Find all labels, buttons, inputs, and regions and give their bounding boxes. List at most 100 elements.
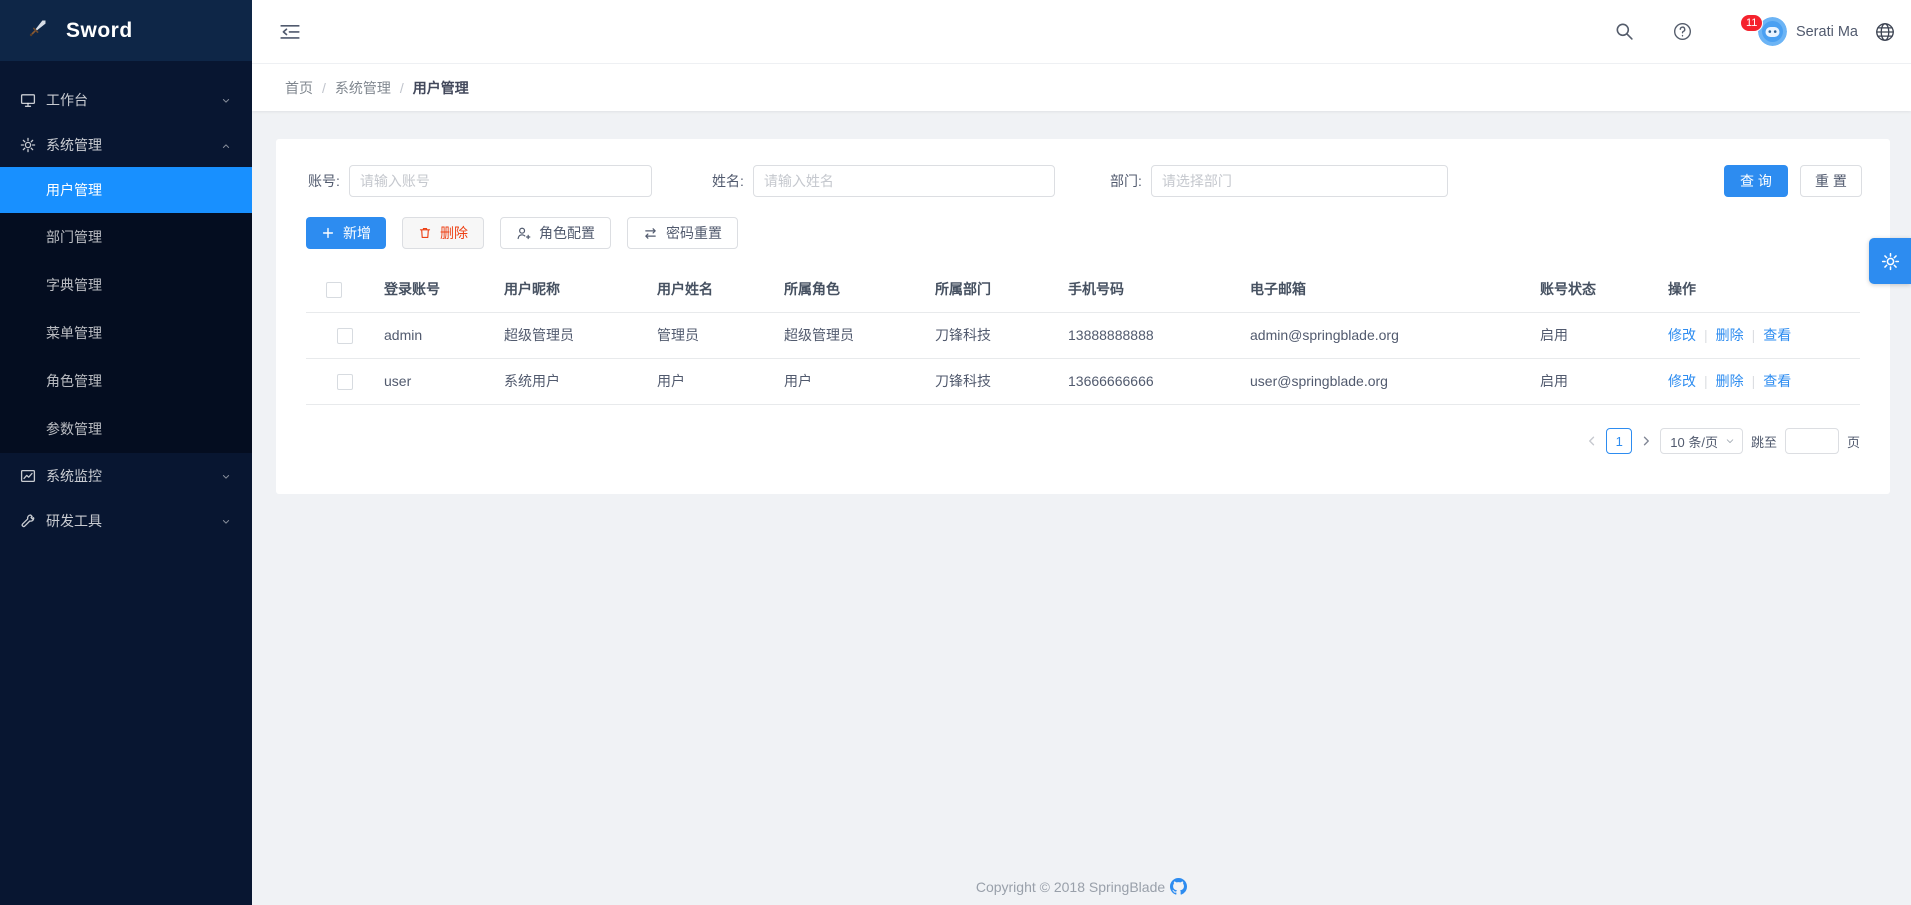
breadcrumb-current: 用户管理 <box>413 78 469 98</box>
cell-account: user <box>364 358 484 404</box>
table-row: admin 超级管理员 管理员 超级管理员 刀锋科技 13888888888 a… <box>306 312 1860 358</box>
breadcrumb-system-mgmt[interactable]: 系统管理 <box>335 78 391 98</box>
sidebar-submenu-system-mgmt: 用户管理 部门管理 字典管理 菜单管理 角色管理 参数管理 <box>0 167 252 453</box>
edit-link[interactable]: 修改 <box>1668 373 1696 389</box>
github-icon[interactable] <box>1170 878 1187 895</box>
cell-status: 启用 <box>1520 358 1648 404</box>
notification-badge: 11 <box>1740 14 1763 32</box>
sidebar-subitem-label: 部门管理 <box>46 227 102 247</box>
sidebar-subitem-user-mgmt[interactable]: 用户管理 <box>0 167 252 213</box>
swap-icon <box>643 226 658 241</box>
sidebar-menu: 工作台 系统管理 用户管理 <box>0 61 252 543</box>
sidebar-item-label: 研发工具 <box>46 511 220 531</box>
account-input[interactable] <box>349 165 652 197</box>
chevron-up-icon <box>220 139 232 151</box>
monitor-icon <box>20 92 36 108</box>
sidebar-item-system-monitor[interactable]: 系统监控 <box>0 453 252 498</box>
menu-collapse-icon[interactable] <box>279 22 301 42</box>
table-row: user 系统用户 用户 用户 刀锋科技 13666666666 user@sp… <box>306 358 1860 404</box>
breadcrumb-separator: / <box>322 80 326 96</box>
cell-actions: 修改 | 删除 | 查看 <box>1648 358 1860 404</box>
gear-icon <box>20 137 36 153</box>
department-select[interactable] <box>1151 165 1448 197</box>
role-config-button[interactable]: 角色配置 <box>500 217 611 249</box>
sidebar-item-system-mgmt[interactable]: 系统管理 <box>0 122 252 167</box>
sidebar-item-label: 系统监控 <box>46 466 220 486</box>
delete-button-label: 删除 <box>440 223 468 243</box>
page-size-value: 10 条/页 <box>1670 432 1718 451</box>
plus-icon <box>321 226 335 240</box>
sidebar-subitem-param-mgmt[interactable]: 参数管理 <box>0 405 252 453</box>
delete-link[interactable]: 删除 <box>1716 373 1744 389</box>
page-number[interactable]: 1 <box>1606 428 1632 454</box>
chart-icon <box>20 468 36 484</box>
help-icon[interactable] <box>1673 22 1692 41</box>
chevron-down-icon <box>220 470 232 482</box>
breadcrumb-home[interactable]: 首页 <box>285 78 313 98</box>
sidebar-subitem-dict-mgmt[interactable]: 字典管理 <box>0 261 252 309</box>
jump-label: 跳至 <box>1751 432 1777 451</box>
app-window: Sword 工作台 系统管理 <box>0 0 1911 905</box>
department-label: 部门: <box>1110 171 1142 191</box>
column-header-status: 账号状态 <box>1520 267 1648 312</box>
settings-drawer-button[interactable] <box>1869 238 1911 284</box>
column-header-name: 用户姓名 <box>637 267 764 312</box>
column-header-nickname: 用户昵称 <box>484 267 637 312</box>
name-input[interactable] <box>753 165 1055 197</box>
action-divider: | <box>1704 373 1708 389</box>
trash-icon <box>418 226 432 240</box>
app-logo[interactable]: Sword <box>0 0 252 61</box>
chevron-down-icon <box>220 515 232 527</box>
row-checkbox[interactable] <box>337 374 353 390</box>
column-header-account: 登录账号 <box>364 267 484 312</box>
user-name[interactable]: Serati Ma <box>1796 24 1858 40</box>
cell-actions: 修改 | 删除 | 查看 <box>1648 312 1860 358</box>
action-divider: | <box>1752 327 1756 343</box>
column-header-actions: 操作 <box>1648 267 1860 312</box>
column-header-dept: 所属部门 <box>915 267 1048 312</box>
search-button[interactable]: 查 询 <box>1724 165 1788 197</box>
wrench-icon <box>20 513 36 529</box>
jump-page-input[interactable] <box>1785 428 1839 454</box>
delete-link[interactable]: 删除 <box>1716 327 1744 343</box>
search-icon[interactable] <box>1615 22 1634 41</box>
delete-button[interactable]: 删除 <box>402 217 484 249</box>
add-button[interactable]: 新增 <box>306 217 386 249</box>
cell-role: 用户 <box>764 358 915 404</box>
password-reset-button[interactable]: 密码重置 <box>627 217 738 249</box>
language-globe-icon[interactable] <box>1875 22 1895 42</box>
cell-email: user@springblade.org <box>1230 358 1520 404</box>
sidebar-subitem-label: 字典管理 <box>46 275 102 295</box>
cell-account: admin <box>364 312 484 358</box>
view-link[interactable]: 查看 <box>1763 327 1791 343</box>
sidebar-item-label: 工作台 <box>46 90 220 110</box>
chevron-down-icon <box>1725 436 1735 446</box>
cell-name: 用户 <box>637 358 764 404</box>
action-divider: | <box>1704 327 1708 343</box>
sidebar-item-dev-tools[interactable]: 研发工具 <box>0 498 252 543</box>
sidebar-subitem-role-mgmt[interactable]: 角色管理 <box>0 357 252 405</box>
next-page-icon[interactable] <box>1640 435 1652 447</box>
page-size-select[interactable]: 10 条/页 <box>1660 428 1743 454</box>
page-unit-label: 页 <box>1847 432 1860 451</box>
prev-page-icon[interactable] <box>1586 435 1598 447</box>
account-label: 账号: <box>308 171 340 191</box>
sidebar-item-workbench[interactable]: 工作台 <box>0 77 252 122</box>
select-all-checkbox[interactable] <box>326 282 342 298</box>
row-checkbox[interactable] <box>337 328 353 344</box>
cell-nickname: 系统用户 <box>484 358 637 404</box>
cell-nickname: 超级管理员 <box>484 312 637 358</box>
sidebar-item-label: 系统管理 <box>46 135 220 155</box>
chevron-down-icon <box>220 94 232 106</box>
filter-name: 姓名: <box>712 165 1055 197</box>
column-header-email: 电子邮箱 <box>1230 267 1520 312</box>
reset-button[interactable]: 重 置 <box>1800 165 1862 197</box>
edit-link[interactable]: 修改 <box>1668 327 1696 343</box>
sidebar-subitem-dept-mgmt[interactable]: 部门管理 <box>0 213 252 261</box>
sidebar-subitem-label: 参数管理 <box>46 419 102 439</box>
footer: Copyright © 2018 SpringBlade <box>252 878 1911 895</box>
sidebar-subitem-menu-mgmt[interactable]: 菜单管理 <box>0 309 252 357</box>
view-link[interactable]: 查看 <box>1763 373 1791 389</box>
cell-status: 启用 <box>1520 312 1648 358</box>
action-divider: | <box>1752 373 1756 389</box>
